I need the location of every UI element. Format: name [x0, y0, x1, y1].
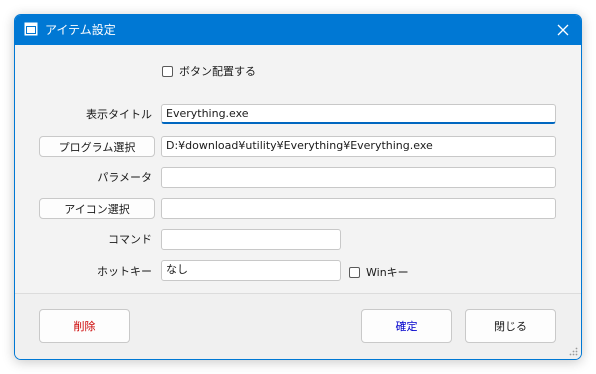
win-key-checkbox-label: Winキー	[366, 266, 409, 279]
close-button[interactable]	[545, 15, 581, 45]
icon-path-input[interactable]	[161, 198, 556, 219]
button-place-checkbox-label: ボタン配置する	[179, 65, 256, 78]
hotkey-input[interactable]: なし	[161, 260, 341, 281]
select-program-button[interactable]: プログラム選択	[39, 136, 155, 157]
form-area: ボタン配置する 表示タイトル Everything.exe プログラム選択 D:…	[15, 45, 581, 293]
win-key-checkbox[interactable]: Winキー	[349, 264, 409, 280]
dialog-footer: 削除 確定 閉じる	[15, 293, 581, 359]
close-dialog-button[interactable]: 閉じる	[465, 309, 556, 343]
resize-grip-icon[interactable]	[569, 347, 578, 356]
delete-button[interactable]: 削除	[39, 309, 130, 343]
program-path-input[interactable]: D:¥download¥utility¥Everything¥Everythin…	[161, 136, 556, 157]
hotkey-label: ホットキー	[97, 265, 152, 278]
command-label: コマンド	[108, 233, 152, 246]
parameter-label: パラメータ	[97, 171, 152, 184]
display-title-input[interactable]: Everything.exe	[161, 104, 556, 124]
command-input[interactable]	[161, 229, 341, 250]
button-place-checkbox-box[interactable]	[162, 65, 173, 77]
parameter-input[interactable]	[161, 167, 556, 188]
close-icon	[557, 24, 569, 36]
win-key-checkbox-box[interactable]	[349, 266, 360, 278]
window-title: アイテム設定	[45, 23, 116, 37]
ok-button[interactable]: 確定	[361, 309, 452, 343]
select-icon-button[interactable]: アイコン選択	[39, 198, 155, 219]
item-settings-dialog: アイテム設定 ボタン配置する 表示タイトル Everything.exe プログ…	[14, 14, 582, 360]
button-place-checkbox[interactable]: ボタン配置する	[162, 63, 256, 79]
display-title-label: 表示タイトル	[86, 108, 152, 121]
window-icon	[24, 22, 38, 36]
title-bar[interactable]: アイテム設定	[15, 15, 581, 45]
